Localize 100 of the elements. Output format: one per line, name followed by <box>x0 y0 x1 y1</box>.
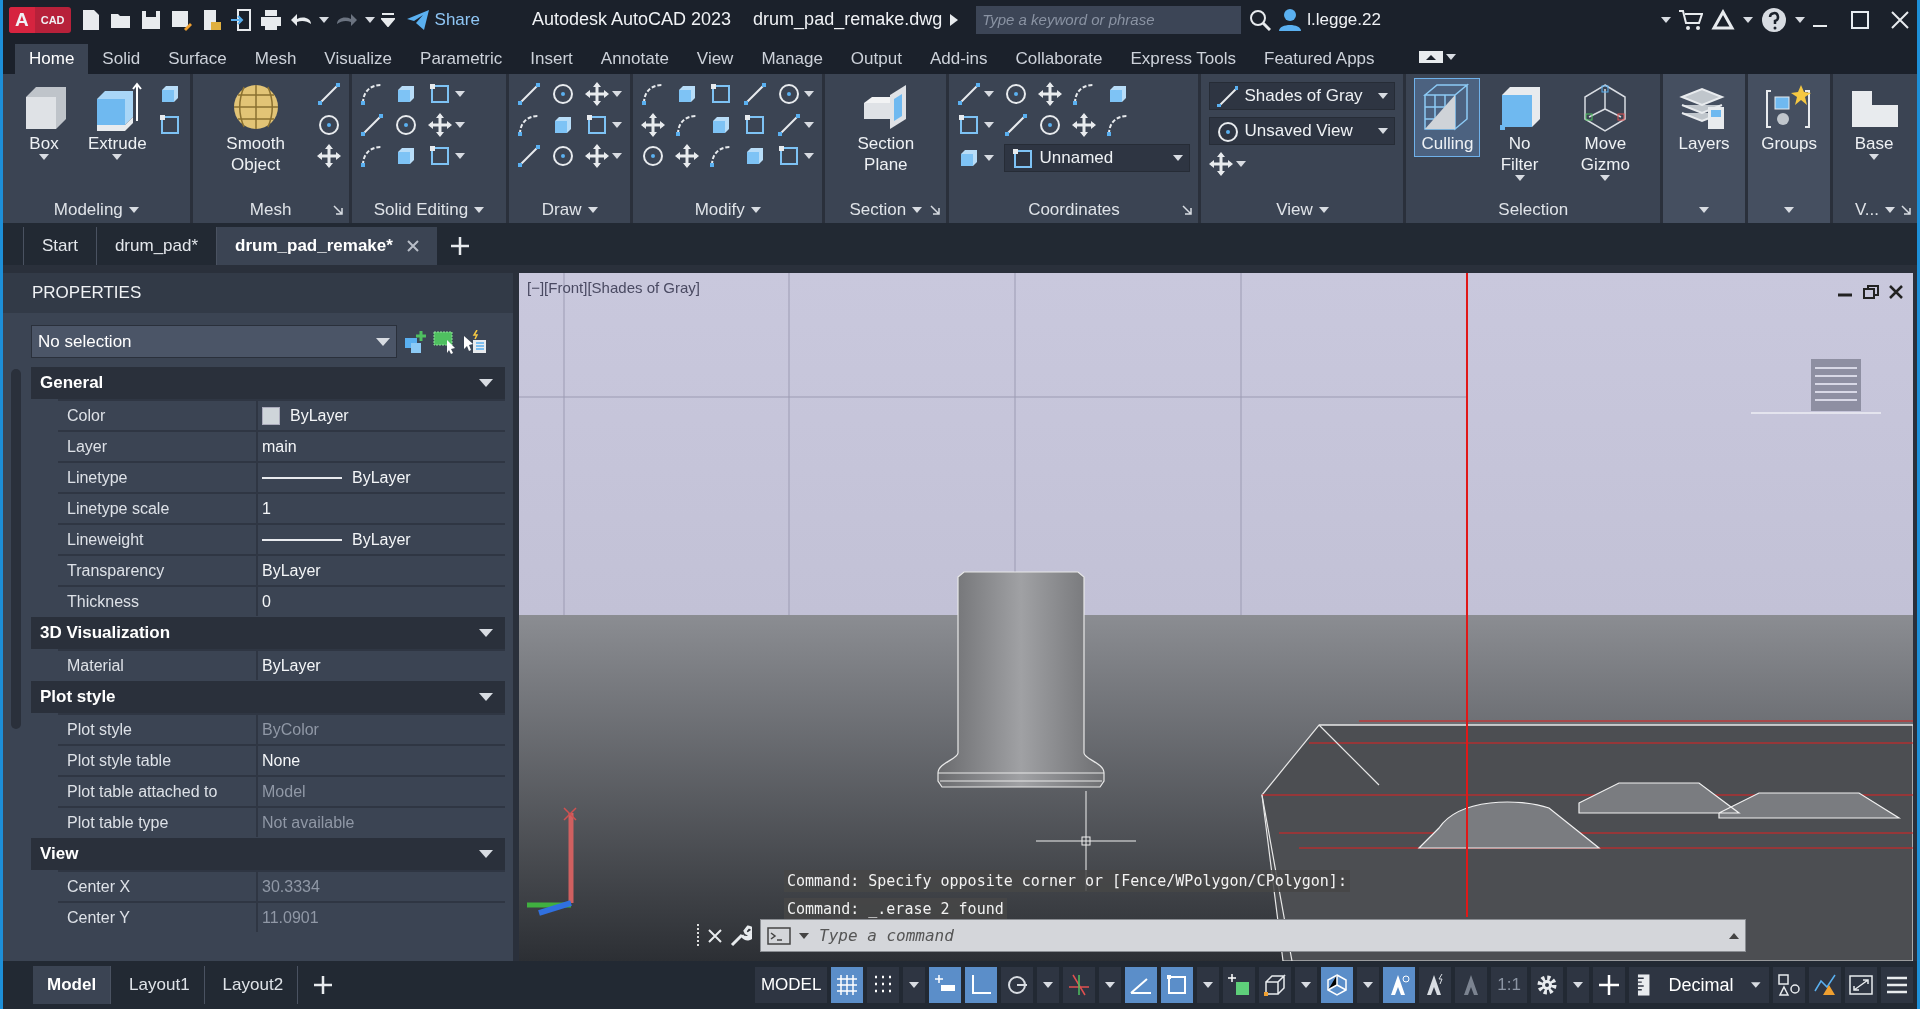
caret-icon[interactable] <box>1795 16 1805 23</box>
caret-icon[interactable] <box>1699 207 1710 214</box>
layout-tab[interactable]: Layout2 <box>208 966 299 1005</box>
command-input[interactable]: Type a command <box>817 925 1721 947</box>
caret-icon[interactable] <box>612 152 623 159</box>
arrow-icon[interactable] <box>1038 81 1063 106</box>
app-logo[interactable]: A CAD <box>9 6 71 33</box>
print-icon[interactable] <box>258 7 283 32</box>
caret-icon[interactable] <box>1043 982 1054 989</box>
caret-icon[interactable] <box>454 90 465 97</box>
fullscreen-icon[interactable] <box>1849 973 1873 998</box>
customize-menu-icon[interactable] <box>380 12 395 27</box>
caret-icon[interactable] <box>318 16 329 23</box>
circle-icon[interactable] <box>551 143 576 168</box>
property-value[interactable]: ByLayer <box>352 468 411 487</box>
plus-icon[interactable] <box>314 976 333 995</box>
ribbon-tab[interactable]: Parametric <box>406 43 517 74</box>
grid-icon[interactable] <box>835 973 860 998</box>
maximize-icon[interactable] <box>1851 10 1869 29</box>
arrow-icon[interactable] <box>585 143 610 168</box>
circle-icon[interactable] <box>1004 81 1029 106</box>
ribbon-tab[interactable]: View <box>682 43 748 74</box>
line-icon[interactable] <box>957 81 982 106</box>
caret-icon[interactable] <box>804 90 815 97</box>
caret-icon[interactable] <box>1318 207 1329 214</box>
search-field[interactable]: Type a keyword or phrase <box>976 5 1242 34</box>
line-icon[interactable] <box>1004 112 1029 137</box>
launcher-arrow-icon[interactable] <box>332 205 343 216</box>
property-value[interactable]: ByLayer <box>352 530 411 549</box>
property-value[interactable]: None <box>262 751 301 770</box>
caret-icon[interactable] <box>1751 982 1761 989</box>
launcher-arrow-icon[interactable] <box>1901 205 1911 216</box>
panel-title[interactable]: Coordinates <box>1028 200 1120 221</box>
ribbon-tab[interactable]: Surface <box>154 43 241 74</box>
arrow-icon[interactable] <box>675 143 700 168</box>
launcher-arrow-icon[interactable] <box>930 205 941 216</box>
caret-icon[interactable] <box>1661 16 1671 23</box>
caret-icon[interactable] <box>912 207 923 214</box>
caret-icon[interactable] <box>984 121 995 128</box>
ribbon-tab[interactable]: Annotate <box>586 43 683 74</box>
panel-title[interactable]: Solid Editing <box>373 200 469 221</box>
ribbon-tool-button[interactable]: Smooth Object <box>200 77 311 178</box>
wrench-icon[interactable] <box>730 924 752 947</box>
arrow-icon[interactable] <box>316 143 341 168</box>
arrow-icon[interactable] <box>1072 112 1097 137</box>
caret-icon[interactable] <box>1105 982 1116 989</box>
caret-icon[interactable] <box>1445 53 1456 60</box>
search-icon[interactable] <box>1249 8 1272 31</box>
circle-icon[interactable] <box>551 81 576 106</box>
ribbon-tab[interactable]: Express Tools <box>1116 43 1250 74</box>
caret-icon[interactable] <box>1869 153 1880 160</box>
caret-icon[interactable] <box>1573 982 1583 989</box>
arrow-icon[interactable] <box>641 112 666 137</box>
property-value[interactable]: 1 <box>262 499 271 518</box>
line-icon[interactable] <box>359 112 384 137</box>
graph-warning-icon[interactable] <box>1813 973 1837 998</box>
panel-title[interactable]: Modify <box>694 200 745 221</box>
ribbon-tab[interactable]: Solid <box>88 43 155 74</box>
caret-icon[interactable] <box>364 16 375 23</box>
caret-icon[interactable] <box>750 207 761 214</box>
ribbon-tab[interactable]: Insert <box>516 43 587 74</box>
caret-icon[interactable] <box>1784 207 1795 214</box>
square-icon[interactable] <box>157 112 182 137</box>
circle-icon[interactable] <box>316 112 341 137</box>
model-space-button[interactable]: MODEL <box>754 967 828 1004</box>
plus-icon[interactable] <box>450 237 469 256</box>
add-square-icon[interactable] <box>1227 973 1252 998</box>
panel-title[interactable]: Draw <box>541 200 582 221</box>
panel-title[interactable]: V... <box>1855 200 1879 221</box>
document-tab[interactable]: drum_pad_remake* <box>216 227 437 266</box>
launcher-arrow-icon[interactable] <box>1182 205 1193 216</box>
box-outline-icon[interactable] <box>1263 973 1288 998</box>
restore-icon[interactable] <box>1863 285 1879 300</box>
crossed-lines-icon[interactable] <box>1067 973 1092 998</box>
scrollbar[interactable] <box>11 369 21 730</box>
share-button[interactable]: Share <box>402 9 484 30</box>
minimize-ribbon-icon[interactable] <box>1418 50 1443 63</box>
caret-icon[interactable] <box>1363 982 1374 989</box>
caret-icon[interactable] <box>1600 174 1611 181</box>
property-value[interactable]: ByLayer <box>262 561 321 580</box>
ribbon-tab[interactable]: Home <box>15 43 89 74</box>
caret-icon[interactable] <box>612 121 623 128</box>
caret-icon[interactable] <box>454 121 465 128</box>
units-dropdown[interactable]: Decimal <box>1629 967 1769 1004</box>
ribbon-tool-button[interactable]: Layers <box>1671 77 1738 157</box>
viewport-label[interactable]: [−][Front][Shades of Gray] <box>527 279 700 297</box>
caret-icon[interactable] <box>1743 16 1753 23</box>
caret-icon[interactable] <box>804 152 815 159</box>
select-objects-icon[interactable] <box>433 329 457 354</box>
arrow-icon[interactable] <box>1209 151 1234 176</box>
ribbon-tool-button[interactable]: Move Gizmo <box>1558 77 1653 184</box>
quick-select-icon[interactable] <box>463 329 487 354</box>
line-icon[interactable] <box>517 143 542 168</box>
ribbon-tool-button[interactable]: No Filter <box>1486 77 1553 184</box>
property-value[interactable]: ByLayer <box>290 406 349 425</box>
line-icon[interactable] <box>517 81 542 106</box>
ribbon-tab[interactable]: Collaborate <box>1001 43 1117 74</box>
help-icon[interactable] <box>1761 6 1787 33</box>
shapes-icon[interactable] <box>1777 973 1801 998</box>
property-value[interactable]: main <box>262 437 297 456</box>
